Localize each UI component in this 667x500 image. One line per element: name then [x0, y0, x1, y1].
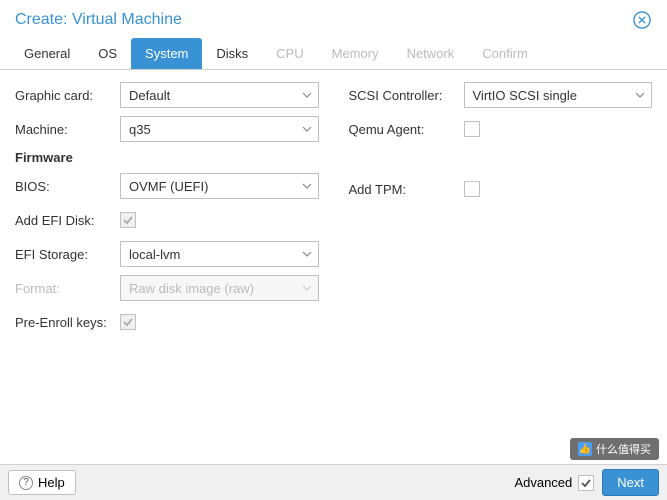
advanced-toggle[interactable]: Advanced: [514, 475, 594, 491]
advanced-label: Advanced: [514, 475, 572, 490]
chevron-down-icon: [302, 249, 312, 259]
machine-combo[interactable]: q35: [120, 116, 319, 142]
close-icon: [633, 11, 651, 29]
tab-general[interactable]: General: [10, 38, 84, 69]
check-icon: [580, 477, 592, 489]
graphic-card-value: Default: [129, 88, 170, 103]
machine-label: Machine:: [15, 122, 120, 137]
scsi-combo[interactable]: VirtIO SCSI single: [464, 82, 653, 108]
format-label: Format:: [15, 281, 120, 296]
help-button[interactable]: ? Help: [8, 470, 76, 495]
add-tpm-label: Add TPM:: [349, 182, 464, 197]
chevron-down-icon: [302, 181, 312, 191]
bios-value: OVMF (UEFI): [129, 179, 208, 194]
add-efi-disk-checkbox: [120, 212, 136, 228]
left-column: Graphic card: Default Machine: q35 Firmw…: [15, 82, 319, 452]
add-tpm-checkbox[interactable]: [464, 181, 480, 197]
tab-system[interactable]: System: [131, 38, 202, 69]
qemu-agent-label: Qemu Agent:: [349, 122, 464, 137]
tab-bar: General OS System Disks CPU Memory Netwo…: [0, 38, 667, 70]
chevron-down-icon: [302, 283, 312, 293]
thumb-icon: 👍: [578, 442, 592, 456]
chevron-down-icon: [302, 90, 312, 100]
efi-storage-label: EFI Storage:: [15, 247, 120, 262]
scsi-label: SCSI Controller:: [349, 88, 464, 103]
bios-combo[interactable]: OVMF (UEFI): [120, 173, 319, 199]
qemu-agent-checkbox[interactable]: [464, 121, 480, 137]
close-button[interactable]: [632, 10, 652, 30]
pre-enroll-checkbox: [120, 314, 136, 330]
graphic-card-label: Graphic card:: [15, 88, 120, 103]
tab-network: Network: [393, 38, 469, 69]
help-label: Help: [38, 475, 65, 490]
tab-os[interactable]: OS: [84, 38, 131, 69]
scsi-value: VirtIO SCSI single: [473, 88, 578, 103]
advanced-checkbox[interactable]: [578, 475, 594, 491]
right-column: SCSI Controller: VirtIO SCSI single Qemu…: [349, 82, 653, 452]
efi-storage-combo[interactable]: local-lvm: [120, 241, 319, 267]
watermark: 👍 什么值得买: [570, 438, 659, 460]
format-value: Raw disk image (raw): [129, 281, 254, 296]
help-icon: ?: [19, 476, 33, 490]
tab-cpu: CPU: [262, 38, 317, 69]
firmware-section: Firmware: [15, 150, 319, 165]
bios-label: BIOS:: [15, 179, 120, 194]
chevron-down-icon: [635, 90, 645, 100]
tab-memory: Memory: [318, 38, 393, 69]
pre-enroll-label: Pre-Enroll keys:: [15, 315, 120, 330]
watermark-text: 什么值得买: [596, 441, 651, 457]
chevron-down-icon: [302, 124, 312, 134]
tab-disks[interactable]: Disks: [202, 38, 262, 69]
efi-storage-value: local-lvm: [129, 247, 180, 262]
machine-value: q35: [129, 122, 151, 137]
add-efi-disk-label: Add EFI Disk:: [15, 213, 120, 228]
check-icon: [122, 214, 134, 226]
next-button[interactable]: Next: [602, 469, 659, 496]
graphic-card-combo[interactable]: Default: [120, 82, 319, 108]
tab-confirm: Confirm: [468, 38, 542, 69]
window-title: Create: Virtual Machine: [15, 11, 182, 29]
format-combo: Raw disk image (raw): [120, 275, 319, 301]
check-icon: [122, 316, 134, 328]
footer: ? Help Advanced Next: [0, 464, 667, 500]
